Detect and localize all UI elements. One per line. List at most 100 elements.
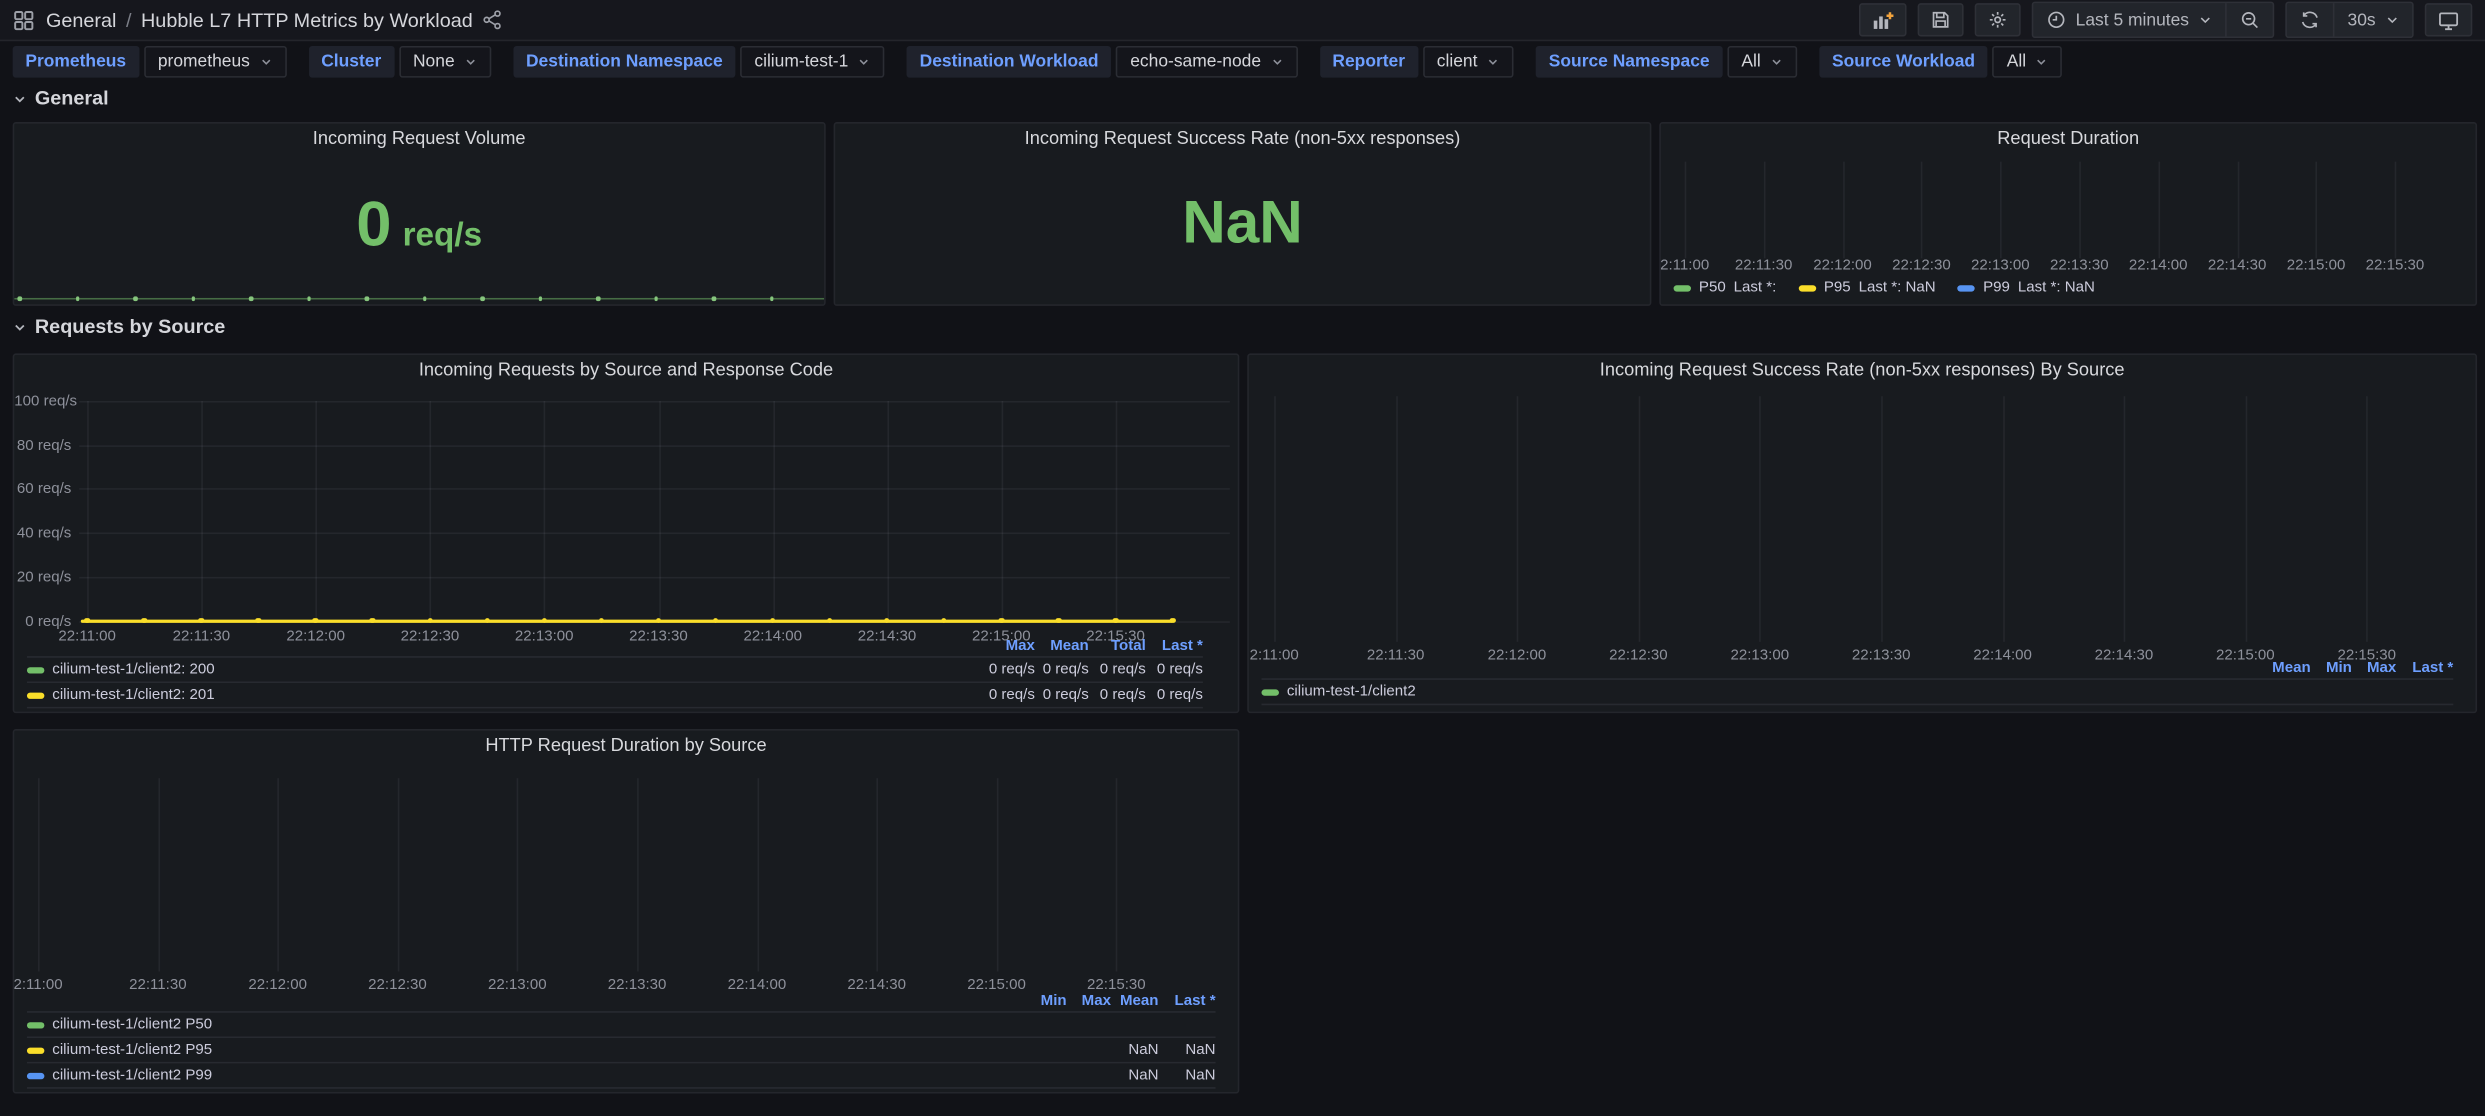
page-title: Hubble L7 HTTP Metrics by Workload	[141, 9, 473, 31]
legend-color-marker	[1958, 284, 1975, 290]
grafana-dashboard: General / Hubble L7 HTTP Metrics by Work…	[0, 0, 2485, 1116]
time-range-label: Last 5 minutes	[2076, 10, 2189, 29]
data-point	[427, 618, 433, 624]
sparkline-point	[480, 296, 484, 300]
refresh-interval-picker[interactable]: 30s	[2333, 3, 2412, 36]
gridline-vertical	[201, 401, 203, 621]
variable-value-dropdown-source-workload[interactable]: All	[1993, 46, 2063, 78]
legend-table: MeanMinMaxLast * cilium-test-1/client2	[1262, 658, 2454, 706]
legend-column-header[interactable]: Mean	[2263, 659, 2311, 676]
panel-title[interactable]: Incoming Request Success Rate (non-5xx r…	[835, 130, 1650, 149]
legend-column-header[interactable]: Min	[2311, 659, 2352, 676]
gridline-vertical	[1760, 396, 1762, 642]
legend-column-header[interactable]: Max	[981, 637, 1035, 654]
y-axis-tick-label: 20 req/s	[14, 569, 71, 586]
legend-column-header[interactable]: Last *	[2396, 659, 2453, 676]
legend-stat-value: 0 req/s	[981, 686, 1035, 703]
breadcrumb-section[interactable]: General	[46, 9, 116, 31]
refresh-dashboard-button[interactable]	[2287, 3, 2333, 36]
panel-title[interactable]: HTTP Request Duration by Source	[14, 737, 1237, 756]
section-header-general[interactable]: General	[13, 87, 109, 109]
apps-grid-icon[interactable]	[13, 9, 35, 31]
gridline-vertical	[2158, 162, 2160, 259]
legend-column-header[interactable]: Mean	[1035, 637, 1089, 654]
gridline-vertical	[1116, 778, 1118, 971]
legend-column-header[interactable]: Mean	[1111, 992, 1159, 1009]
breadcrumb: General / Hubble L7 HTTP Metrics by Work…	[46, 9, 503, 31]
gridline-vertical	[2367, 396, 2369, 642]
breadcrumb-separator: /	[126, 9, 132, 31]
time-range-group: Last 5 minutes	[2031, 2, 2274, 38]
cycle-view-mode-button[interactable]	[2425, 3, 2473, 36]
chevron-down-icon	[13, 319, 27, 333]
legend-header-row: MaxMeanTotalLast *	[27, 636, 1203, 657]
legend-row: cilium-test-1/client2 P50	[27, 1011, 1216, 1036]
section-title: Requests by Source	[35, 315, 225, 337]
legend-column-header[interactable]: Total	[1089, 637, 1146, 654]
legend-series-name[interactable]: cilium-test-1/client2: 201	[52, 686, 214, 703]
sparkline-point	[191, 296, 195, 300]
gridline-vertical	[877, 778, 879, 971]
stat-unit: req/s	[403, 217, 483, 253]
x-axis-tick-label: 22:13:00	[1971, 257, 2030, 274]
dashboard-settings-button[interactable]	[1974, 3, 2020, 36]
sparkline-point	[769, 296, 773, 300]
legend-row: cilium-test-1/client2 P99NaNNaN	[27, 1062, 1216, 1089]
variable-destination-workload: Destination Workloadecho-same-node	[907, 46, 1298, 78]
legend-series-name[interactable]: P50	[1699, 279, 1726, 296]
gridline-horizontal	[79, 401, 1230, 403]
legend-last-value: Last *: NaN	[2018, 279, 2095, 296]
legend-color-marker	[27, 1072, 44, 1078]
chevron-down-icon	[1487, 55, 1500, 68]
zoom-out-time-button[interactable]	[2225, 3, 2273, 36]
data-point	[313, 618, 319, 624]
legend-column-header[interactable]: Min	[1025, 992, 1066, 1009]
legend-column-header[interactable]: Last *	[1146, 637, 1203, 654]
variable-value-dropdown-prometheus[interactable]: prometheus	[144, 46, 287, 78]
variable-selected-value: cilium-test-1	[754, 52, 848, 71]
variable-value-dropdown-source-namespace[interactable]: All	[1727, 46, 1797, 78]
section-header-requests-by-source[interactable]: Requests by Source	[13, 315, 226, 337]
legend-stat-value: NaN	[1159, 1041, 1216, 1058]
add-panel-button[interactable]	[1859, 3, 1907, 36]
sparkline-point	[75, 296, 79, 300]
share-icon[interactable]	[482, 10, 503, 31]
legend-series-name[interactable]: P95	[1824, 279, 1851, 296]
gridline-vertical	[637, 778, 639, 971]
chevron-down-icon	[2036, 55, 2049, 68]
data-point	[1170, 618, 1176, 624]
variable-value-dropdown-destination-namespace[interactable]: cilium-test-1	[740, 46, 885, 78]
legend-stat-value: NaN	[1111, 1041, 1159, 1058]
gridline-vertical	[773, 401, 775, 621]
legend-series-name[interactable]: cilium-test-1/client2: 200	[52, 661, 214, 678]
variable-value-dropdown-reporter[interactable]: client	[1422, 46, 1513, 78]
variable-source-namespace: Source NamespaceAll	[1536, 46, 1797, 78]
legend-column-header[interactable]: Max	[1067, 992, 1111, 1009]
legend-color-marker	[27, 1047, 44, 1053]
panel-title[interactable]: Incoming Requests by Source and Response…	[14, 361, 1237, 380]
legend-column-header[interactable]: Max	[2352, 659, 2396, 676]
legend-stat-value: 0 req/s	[1035, 686, 1089, 703]
legend-series-name[interactable]: cilium-test-1/client2 P95	[52, 1041, 212, 1058]
panel-title[interactable]: Incoming Request Success Rate (non-5xx r…	[1249, 361, 2476, 380]
time-range-picker[interactable]: Last 5 minutes	[2033, 3, 2226, 36]
legend-stat-value: NaN	[1111, 1067, 1159, 1084]
chevron-down-icon	[2385, 13, 2399, 27]
legend-series-name[interactable]: cilium-test-1/client2 P99	[52, 1067, 212, 1084]
legend-column-header[interactable]: Last *	[1159, 992, 1216, 1009]
gridline-vertical	[2316, 162, 2318, 259]
panel-title[interactable]: Incoming Request Volume	[14, 130, 824, 149]
variable-value-dropdown-cluster[interactable]: None	[399, 46, 491, 78]
legend-series-name[interactable]: P99	[1983, 279, 2010, 296]
legend-series-name[interactable]: cilium-test-1/client2 P50	[52, 1016, 212, 1033]
panel-title[interactable]: Request Duration	[1661, 130, 2476, 149]
data-point	[199, 618, 205, 624]
save-dashboard-button[interactable]	[1917, 3, 1963, 36]
variable-cluster: ClusterNone	[309, 46, 492, 78]
x-axis-tick-label: 22:15:00	[2287, 257, 2346, 274]
legend-series-name[interactable]: cilium-test-1/client2	[1287, 683, 1416, 700]
variable-selected-value: prometheus	[158, 52, 250, 71]
panel-http-request-duration-by-source: HTTP Request Duration by Source 2:11:002…	[13, 729, 1240, 1094]
sparkline-point	[596, 296, 600, 300]
variable-value-dropdown-destination-workload[interactable]: echo-same-node	[1116, 46, 1298, 78]
